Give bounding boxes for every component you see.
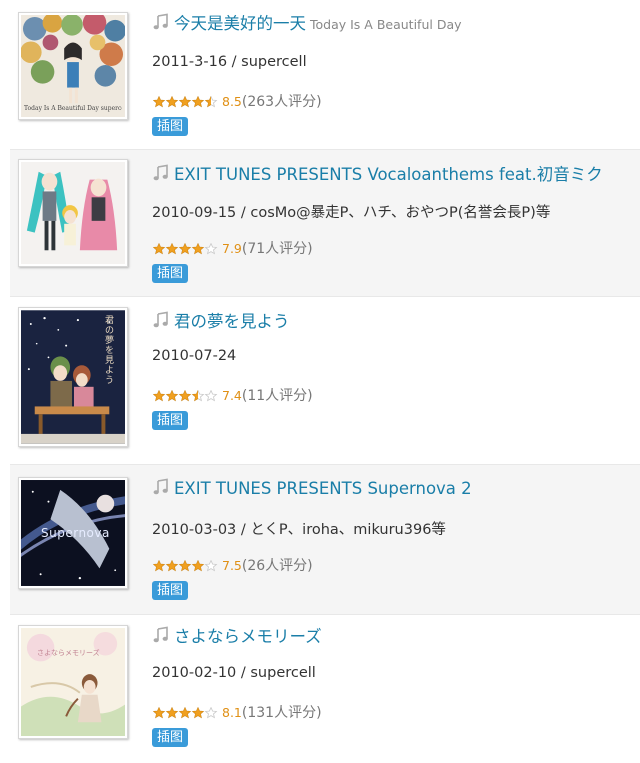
album-title-link[interactable]: 今天是美好的一天 [174, 14, 306, 33]
album-list: Today Is A Beautiful Day supercell 今天是美好… [0, 0, 640, 763]
rating-score: 7.5 [222, 558, 242, 573]
star-full-icon [165, 242, 179, 255]
album-title-link[interactable]: EXIT TUNES PRESENTS Vocaloanthems feat.初… [174, 165, 603, 184]
music-note-icon [153, 478, 168, 495]
star-rating [152, 559, 219, 576]
star-rating [152, 706, 219, 723]
illustration-tag[interactable]: 插图 [152, 264, 189, 283]
star-full-icon [152, 706, 166, 719]
list-item: EXIT TUNES PRESENTS Vocaloanthems feat.初… [10, 150, 640, 297]
music-note-icon [153, 626, 168, 643]
list-item: Supernova EXIT TUNES PRESENTS Supernova … [10, 465, 640, 615]
album-meta: 2011-3-16 / supercell [152, 54, 307, 70]
album-subtitle: Today Is A Beautiful Day [310, 17, 462, 32]
sakura-memories-cover [21, 628, 125, 736]
rating-score: 7.4 [222, 388, 242, 403]
album-title-link[interactable]: さよならメモリーズ [174, 627, 322, 646]
star-empty-icon [204, 706, 218, 719]
album-meta: 2010-02-10 / supercell [152, 665, 316, 681]
star-full-icon [178, 706, 192, 719]
album-cover[interactable]: さよならメモリーズ [18, 625, 128, 739]
flower-girl-cover [21, 15, 125, 117]
star-full-icon [178, 95, 192, 108]
star-full-icon [191, 706, 205, 719]
star-full-icon [178, 242, 192, 255]
album-cover[interactable] [18, 159, 128, 267]
album-cover[interactable]: 君の夢を見よう [18, 307, 128, 447]
album-title-link[interactable]: EXIT TUNES PRESENTS Supernova 2 [174, 479, 472, 498]
star-full-icon [191, 242, 205, 255]
illustration-tag[interactable]: 插图 [152, 411, 189, 430]
star-empty-icon [204, 559, 218, 572]
star-full-icon [191, 95, 205, 108]
star-rating [152, 389, 219, 406]
illustration-tag[interactable]: 插图 [152, 117, 189, 136]
star-full-icon [152, 559, 166, 572]
illustration-tag[interactable]: 插图 [152, 728, 189, 747]
list-item: 君の夢を見よう 君の夢を見よう 2010-07-24 7.4(11人评分) 插图 [10, 297, 640, 465]
album-title-link[interactable]: 君の夢を見よう [174, 312, 290, 331]
album-cover[interactable]: Supernova [18, 477, 128, 589]
star-empty-icon [204, 389, 218, 402]
star-full-icon [152, 389, 166, 402]
star-full-icon [152, 242, 166, 255]
star-full-icon [165, 706, 179, 719]
album-cover[interactable]: Today Is A Beautiful Day supercell [18, 12, 128, 120]
vocaloid-group-cover [21, 162, 125, 264]
list-item: Today Is A Beautiful Day supercell 今天是美好… [10, 0, 640, 150]
rating-score: 8.5 [222, 94, 242, 109]
cover-text: Supernova [41, 526, 110, 540]
star-full-icon [152, 95, 166, 108]
rating-count: (26人评分) [241, 558, 313, 574]
star-rating [152, 95, 219, 112]
star-full-icon [178, 559, 192, 572]
list-item: さよならメモリーズ さよならメモリーズ 2010-02-10 / superce… [10, 615, 640, 763]
star-half-icon [204, 95, 218, 108]
rating-score: 7.9 [222, 241, 242, 256]
rating-count: (131人评分) [241, 705, 322, 721]
star-full-icon [178, 389, 192, 402]
star-rating [152, 242, 219, 259]
rating-count: (11人评分) [241, 388, 313, 404]
album-meta: 2010-03-03 / とくP、iroha、mikuru396等 [152, 522, 446, 538]
star-full-icon [191, 559, 205, 572]
album-meta: 2010-07-24 [152, 348, 237, 364]
rating-score: 8.1 [222, 705, 242, 720]
album-meta: 2010-09-15 / cosMo@暴走P、ハチ、おやつP(名誉会長P)等 [152, 205, 551, 221]
music-note-icon [153, 311, 168, 328]
rating-count: (71人评分) [241, 241, 313, 257]
music-note-icon [153, 164, 168, 181]
rating-count: (263人评分) [241, 94, 322, 110]
star-half-icon [191, 389, 205, 402]
illustration-tag[interactable]: 插图 [152, 581, 189, 600]
star-full-icon [165, 559, 179, 572]
star-full-icon [165, 389, 179, 402]
cover-text: 君の夢を見よう [105, 316, 115, 386]
star-full-icon [165, 95, 179, 108]
music-note-icon [153, 13, 168, 30]
cover-text: さよならメモリーズ [37, 649, 100, 657]
cover-text: Today Is A Beautiful Day supercell [24, 105, 122, 112]
star-empty-icon [204, 242, 218, 255]
